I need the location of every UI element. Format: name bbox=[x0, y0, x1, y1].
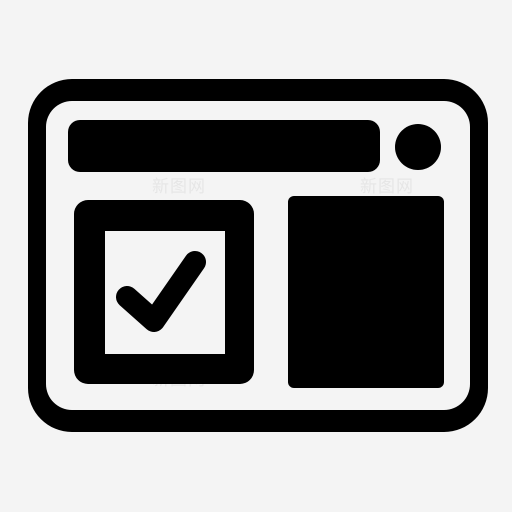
window-button-icon bbox=[395, 124, 441, 170]
icon-canvas: 新图网 新图网 新图网 新图网 bbox=[0, 0, 512, 512]
browser-window-checkbox-icon: 新图网 新图网 新图网 新图网 bbox=[28, 79, 488, 432]
watermark-text: 新图网 bbox=[360, 177, 414, 197]
watermark-text: 新图网 bbox=[152, 177, 206, 197]
address-bar-icon bbox=[68, 120, 380, 172]
checkmark-icon bbox=[116, 251, 206, 332]
content-panel-icon bbox=[288, 196, 444, 388]
